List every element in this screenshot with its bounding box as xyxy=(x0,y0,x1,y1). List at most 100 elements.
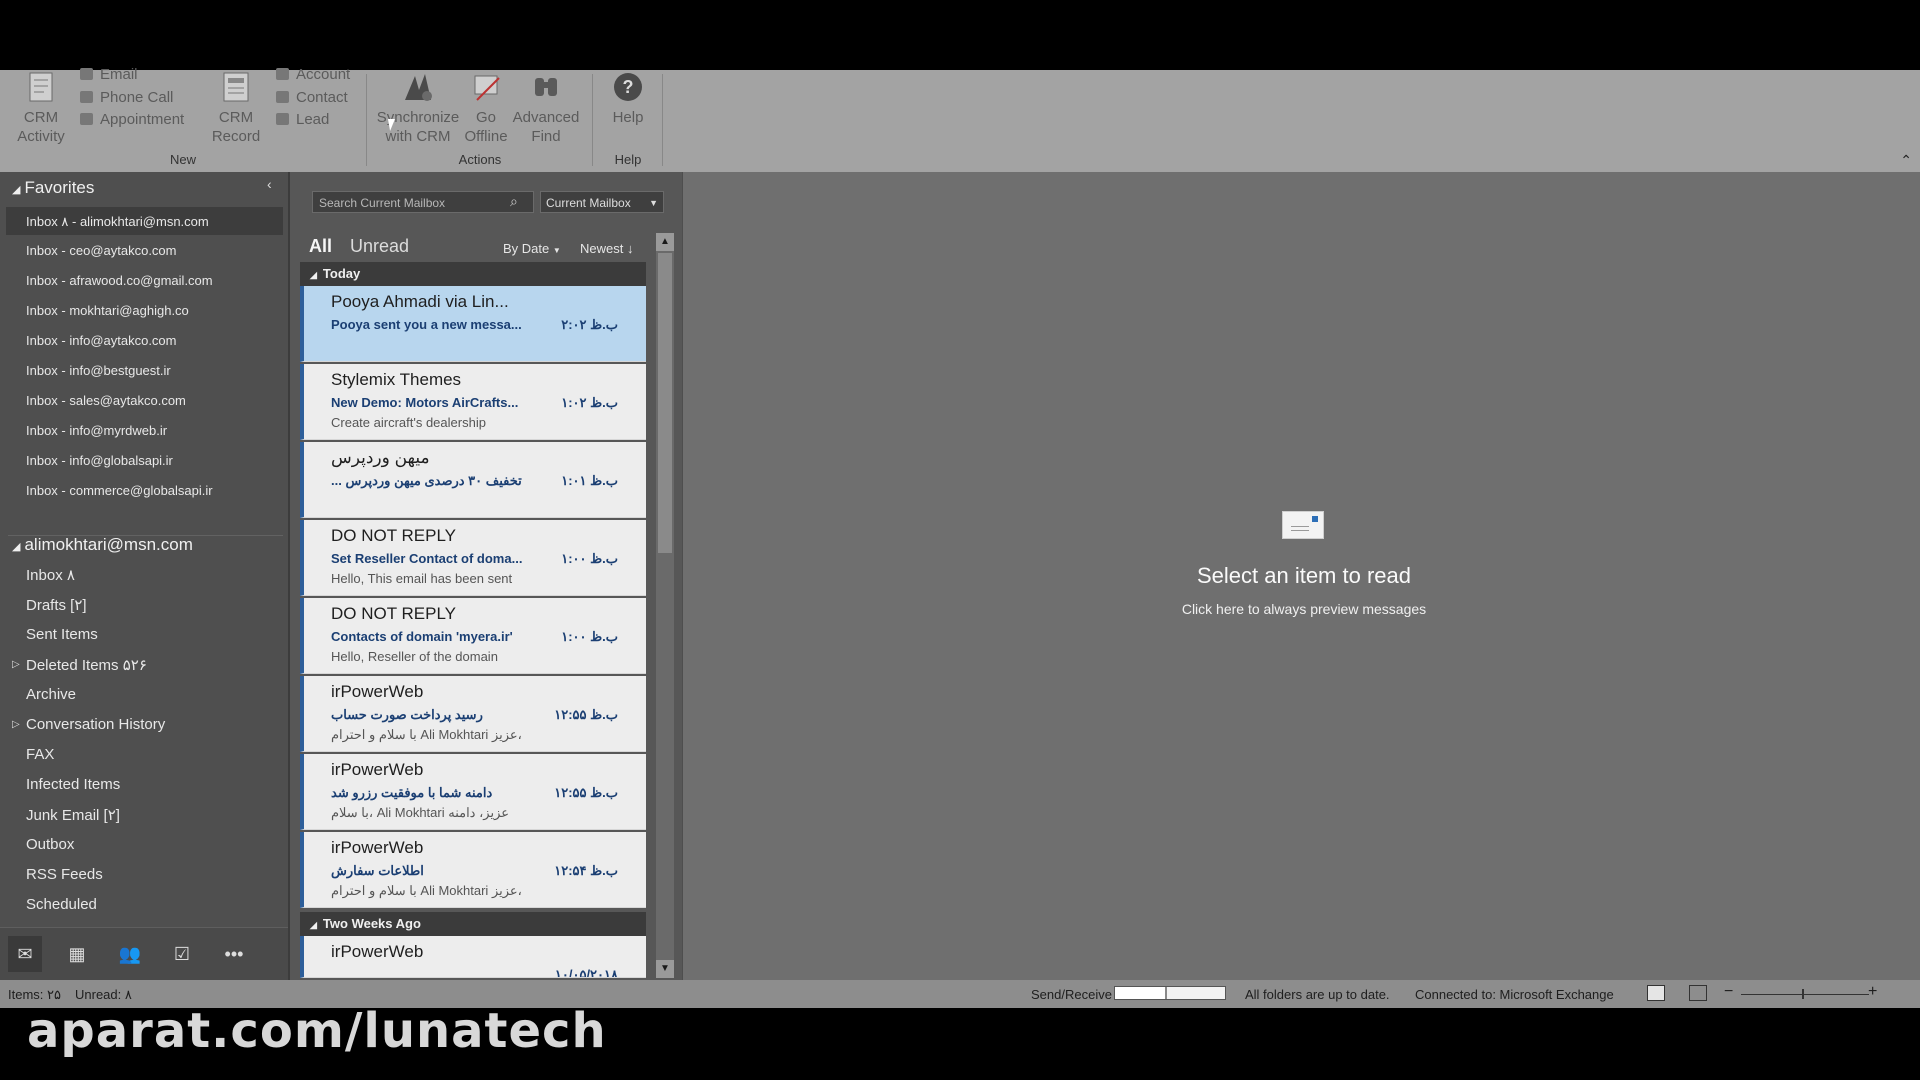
help-label: Help xyxy=(612,109,644,126)
sort-label: By Date xyxy=(503,241,550,256)
message-item[interactable]: irPowerWeb دامنه شما با موفقیت رزرو شد ب… xyxy=(300,754,646,830)
normal-view-icon[interactable] xyxy=(1647,985,1665,1001)
always-preview-link[interactable]: Click here to always preview messages xyxy=(1104,601,1504,617)
favorite-label: Inbox - info@aytakco.com xyxy=(26,333,177,348)
new-appointment-button[interactable]: Appointment xyxy=(80,109,184,131)
message-item[interactable]: DO NOT REPLY Contacts of domain 'myera.i… xyxy=(300,598,646,674)
search-input[interactable]: Search Current Mailbox xyxy=(312,191,534,213)
message-subject: اطلاعات سفارش xyxy=(331,863,424,878)
tasks-module-icon[interactable]: ☑ xyxy=(168,941,196,967)
folder-deleted-items[interactable]: ▷ Deleted Items ۵۲۶ xyxy=(12,656,147,674)
folder-outbox[interactable]: Outbox xyxy=(26,836,74,853)
new-lead-label: Lead xyxy=(296,111,330,128)
favorite-label: Inbox - sales@aytakco.com xyxy=(26,393,186,408)
expand-arrow-icon[interactable]: ▷ xyxy=(12,719,20,730)
folder-drafts[interactable]: Drafts [۲] xyxy=(26,596,87,614)
message-item[interactable]: Pooya Ahmadi via Lin... Pooya sent you a… xyxy=(300,286,646,362)
sort-order-toggle[interactable]: Newest ↓ xyxy=(580,241,633,256)
new-account-button[interactable]: Account xyxy=(276,64,350,86)
message-item[interactable]: میهن وردپرس تخفیف ۳۰ درصدی میهن وردپرس .… xyxy=(300,442,646,518)
screen-top-border xyxy=(0,0,1920,70)
group-label: Today xyxy=(322,266,361,281)
crm-activity-button[interactable]: CRM Activity xyxy=(8,70,74,146)
message-item[interactable]: DO NOT REPLY Set Reseller Contact of dom… xyxy=(300,520,646,596)
favorite-inbox-info-aytakco[interactable]: Inbox - info@aytakco.com xyxy=(26,333,176,348)
help-button[interactable]: ? Help xyxy=(600,70,656,127)
crm-record-button[interactable]: CRM Record xyxy=(200,70,272,146)
message-item[interactable]: irPowerWeb اطلاعات سفارش با سلام و احترا… xyxy=(300,832,646,908)
message-sender: میهن وردپرس xyxy=(331,448,430,467)
scroll-up-icon[interactable]: ▲ xyxy=(656,233,674,251)
folder-sent-items[interactable]: Sent Items xyxy=(26,626,98,643)
crm-record-label: CRM Record xyxy=(211,109,261,145)
folder-infected-items[interactable]: Infected Items xyxy=(26,776,120,793)
favorite-inbox-myrdweb[interactable]: Inbox - info@myrdweb.ir xyxy=(26,423,167,438)
zoom-out-icon[interactable]: − xyxy=(1724,983,1733,1001)
favorites-header[interactable]: ◢ Favorites xyxy=(12,178,94,198)
folder-archive[interactable]: Archive xyxy=(26,686,76,703)
favorite-inbox-afrawood[interactable]: Inbox - afrawood.co@gmail.com xyxy=(26,273,213,288)
message-sender: DO NOT REPLY xyxy=(331,604,457,623)
scroll-down-icon[interactable]: ▼ xyxy=(656,960,674,978)
favorite-inbox-mokhtari[interactable]: Inbox - mokhtari@aghigh.co xyxy=(26,303,189,318)
folder-rss-feeds[interactable]: RSS Feeds xyxy=(26,866,103,883)
favorite-inbox-bestguest[interactable]: Inbox - info@bestguest.ir xyxy=(26,363,171,378)
folder-junk-email[interactable]: Junk Email [۲] xyxy=(26,806,120,824)
minimize-folder-pane-icon[interactable]: ‹ xyxy=(267,176,272,192)
expand-arrow-icon[interactable]: ▷ xyxy=(12,659,20,670)
zoom-in-icon[interactable]: + xyxy=(1868,983,1877,1001)
sync-icon xyxy=(401,70,435,104)
more-modules-icon[interactable]: ••• xyxy=(220,941,248,967)
group-header-two-weeks-ago[interactable]: ◢ Two Weeks Ago xyxy=(300,912,646,936)
favorite-inbox-ceo[interactable]: Inbox - ceo@aytakco.com xyxy=(26,243,176,258)
scrollbar-thumb[interactable] xyxy=(658,253,672,553)
mail-module-icon[interactable]: ✉ xyxy=(8,936,42,972)
reading-pane-divider[interactable] xyxy=(682,172,683,980)
message-item[interactable]: irPowerWeb ۱۰/۰۵/۲۰۱۸ xyxy=(300,936,646,978)
folder-label: Sent Items xyxy=(26,626,98,643)
zoom-slider-thumb[interactable] xyxy=(1802,989,1804,999)
go-offline-button[interactable]: Go Offline xyxy=(462,70,510,146)
message-preview: با سلام، Ali Mokhtari عزیز، دامنه xyxy=(331,805,510,820)
item-count: Items: ۲۵ xyxy=(8,987,61,1002)
folder-conversation-history[interactable]: ▷ Conversation History xyxy=(12,716,166,733)
message-subject: تخفیف ۳۰ درصدی میهن وردپرس ... xyxy=(331,473,522,488)
calendar-module-icon[interactable]: ▦ xyxy=(63,941,91,967)
folder-inbox[interactable]: Inbox ۸ xyxy=(26,566,75,584)
people-module-icon[interactable]: 👥 xyxy=(116,941,144,967)
collapse-ribbon-icon[interactable]: ⌃ xyxy=(1900,152,1912,169)
filter-unread[interactable]: Unread xyxy=(350,236,409,257)
folder-fax[interactable]: FAX xyxy=(26,746,54,763)
chevron-down-icon: ▼ xyxy=(552,246,561,255)
new-lead-button[interactable]: Lead xyxy=(276,109,329,131)
collapse-triangle-icon: ◢ xyxy=(310,920,317,930)
message-time: ۱۲:۵۴ ب.ظ xyxy=(554,863,618,878)
account-header[interactable]: ◢ alimokhtari@msn.com xyxy=(12,535,193,555)
new-phone-call-button[interactable]: Phone Call xyxy=(80,87,173,109)
sort-by-date-dropdown[interactable]: By Date ▼ xyxy=(503,241,561,256)
message-list-scrollbar[interactable]: ▲ ▼ xyxy=(656,233,674,978)
favorite-label: Inbox - ceo@aytakco.com xyxy=(26,243,177,258)
search-scope-dropdown[interactable]: Current Mailbox ▼ xyxy=(540,191,664,213)
message-item[interactable]: irPowerWeb رسید پرداخت صورت حساب با سلام… xyxy=(300,676,646,752)
new-contact-button[interactable]: Contact xyxy=(276,87,348,109)
advanced-find-button[interactable]: Advanced Find xyxy=(510,70,582,146)
new-email-button[interactable]: Email xyxy=(80,64,138,86)
synchronize-crm-button[interactable]: Synchronize with CRM xyxy=(374,70,462,146)
favorite-inbox-globalsapi[interactable]: Inbox - info@globalsapi.ir xyxy=(26,453,173,468)
folder-label: Deleted Items ۵۲۶ xyxy=(26,657,147,674)
reading-view-icon[interactable] xyxy=(1689,985,1707,1001)
folder-label: Conversation History xyxy=(26,716,166,733)
message-item[interactable]: Stylemix Themes New Demo: Motors AirCraf… xyxy=(300,364,646,440)
favorite-inbox-alimokhtari[interactable]: Inbox ۸ - alimokhtari@msn.com xyxy=(6,207,283,235)
favorite-label: Inbox - info@myrdweb.ir xyxy=(26,423,168,438)
go-offline-icon xyxy=(469,70,503,104)
filter-all[interactable]: All xyxy=(309,236,332,257)
message-preview: با سلام و احترام Ali Mokhtari عزیز، xyxy=(331,883,522,898)
zoom-slider[interactable] xyxy=(1741,994,1869,995)
folder-scheduled[interactable]: Scheduled xyxy=(26,896,97,913)
favorite-inbox-sales[interactable]: Inbox - sales@aytakco.com xyxy=(26,393,186,408)
group-header-today[interactable]: ◢ Today xyxy=(300,262,646,286)
favorite-inbox-commerce[interactable]: Inbox - commerce@globalsapi.ir xyxy=(26,483,213,498)
search-icon[interactable]: ⌕ xyxy=(510,193,528,211)
